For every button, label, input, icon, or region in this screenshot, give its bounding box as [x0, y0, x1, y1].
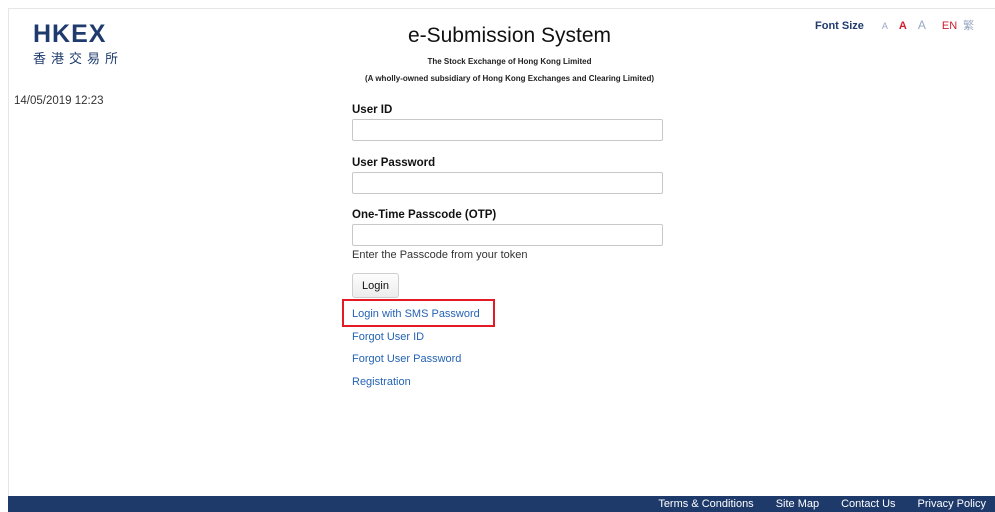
page-title: e-Submission System: [407, 24, 612, 47]
site-map-link[interactable]: Site Map: [776, 498, 819, 510]
otp-label: One-Time Passcode (OTP): [352, 209, 497, 221]
registration-link[interactable]: Registration: [352, 376, 411, 388]
user-id-label: User ID: [352, 104, 393, 116]
forgot-user-id-link[interactable]: Forgot User ID: [352, 331, 424, 343]
page-subtitle: The Stock Exchange of Hong Kong Limited: [427, 57, 592, 66]
privacy-policy-link[interactable]: Privacy Policy: [918, 498, 986, 510]
current-datetime: 14/05/2019 12:23: [14, 95, 104, 107]
footer-bar: Terms & Conditions Site Map Contact Us P…: [8, 496, 995, 512]
user-password-label: User Password: [352, 157, 436, 169]
user-id-input[interactable]: [352, 119, 663, 141]
sms-login-highlight: [342, 299, 495, 327]
user-password-input[interactable]: [352, 172, 663, 194]
terms-link[interactable]: Terms & Conditions: [658, 498, 753, 510]
page-subtitle-secondary: (A wholly-owned subsidiary of Hong Kong …: [364, 74, 655, 83]
login-button[interactable]: Login: [352, 273, 399, 298]
contact-us-link[interactable]: Contact Us: [841, 498, 895, 510]
forgot-password-link[interactable]: Forgot User Password: [352, 353, 461, 365]
otp-hint: Enter the Passcode from your token: [352, 249, 528, 261]
otp-input[interactable]: [352, 224, 663, 246]
